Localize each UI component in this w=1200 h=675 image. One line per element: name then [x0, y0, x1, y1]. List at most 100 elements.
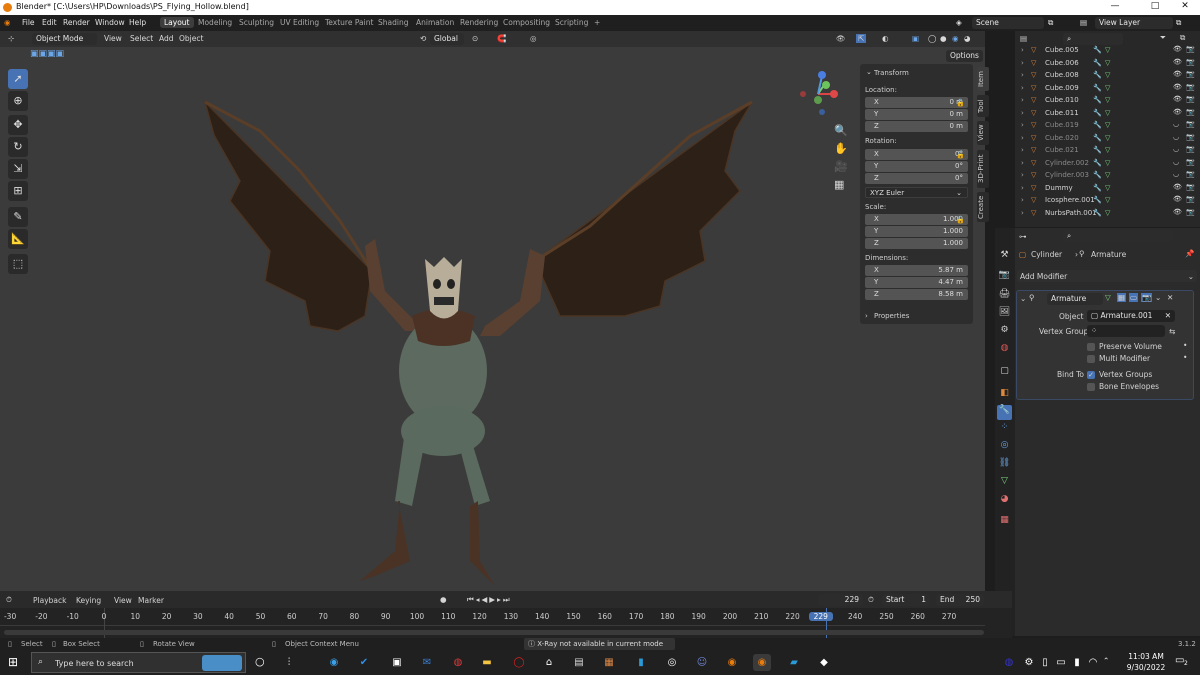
mesh-data-icon[interactable]: ▽: [1105, 84, 1110, 92]
visibility-eye-icon[interactable]: 👁: [1173, 208, 1182, 216]
menu-timeline-view[interactable]: View: [114, 596, 132, 605]
visibility-eye-icon[interactable]: 👁: [1173, 108, 1182, 116]
menu-render[interactable]: Render: [63, 18, 90, 27]
orientation-selector[interactable]: Global: [430, 33, 464, 45]
menu-marker[interactable]: Marker: [138, 596, 164, 605]
collection-props-icon[interactable]: ▢: [997, 366, 1012, 381]
modifier-icon[interactable]: 🔧: [1093, 184, 1102, 192]
bone-envelopes-checkbox[interactable]: [1087, 383, 1095, 391]
blender-taskbar-icon[interactable]: ◉: [723, 654, 741, 671]
tab-texture-paint[interactable]: Texture Paint: [321, 17, 377, 28]
playback-controls[interactable]: ⏮◂◀▶▸⏭: [467, 595, 512, 605]
vertex-groups-checkbox[interactable]: ✓: [1087, 371, 1095, 379]
mail-icon[interactable]: ✉: [418, 654, 436, 671]
render-camera-icon[interactable]: 📷: [1186, 108, 1195, 116]
overlay-icon[interactable]: ◐: [882, 34, 889, 43]
widgets-icon[interactable]: ⫶: [280, 654, 298, 671]
material-shading-icon[interactable]: ◉: [952, 34, 959, 43]
expand-icon[interactable]: ›: [1021, 196, 1024, 204]
render-camera-icon[interactable]: 📷: [1186, 183, 1195, 191]
mesh-data-icon[interactable]: ▽: [1105, 71, 1110, 79]
material-props-icon[interactable]: ◕: [997, 494, 1012, 509]
menu-keying[interactable]: Keying: [76, 596, 101, 605]
modifier-props-icon[interactable]: 🔧: [997, 405, 1012, 420]
edge-icon[interactable]: ◉: [325, 654, 343, 671]
render-camera-icon[interactable]: 📷: [1186, 95, 1195, 103]
texture-props-icon[interactable]: ▦: [997, 515, 1012, 530]
outliner-search-input[interactable]: ⌕: [1063, 33, 1123, 45]
expand-icon[interactable]: ›: [1021, 59, 1024, 67]
mesh-data-icon[interactable]: ▽: [1105, 109, 1110, 117]
timeline-editor-icon[interactable]: ⏱: [6, 595, 12, 605]
expand-icon[interactable]: ›: [1021, 184, 1024, 192]
timeline-scrollbar[interactable]: [4, 630, 984, 635]
discord-icon[interactable]: ☺: [693, 654, 711, 671]
app-blue-icon[interactable]: ▰: [785, 654, 803, 671]
visibility-eye-icon[interactable]: ◡: [1173, 145, 1179, 153]
annotate-tool-icon[interactable]: ✎: [8, 207, 28, 227]
visibility-eye-icon[interactable]: 👁: [1173, 45, 1182, 53]
store-icon[interactable]: ⌂: [540, 654, 558, 671]
rotation-x-field[interactable]: X 0°: [865, 149, 968, 160]
object-props-icon[interactable]: ◧: [997, 388, 1012, 403]
particles-props-icon[interactable]: ⁘: [997, 422, 1012, 437]
render-camera-icon[interactable]: 📷: [1186, 208, 1195, 216]
mesh-data-icon[interactable]: ▽: [1105, 59, 1110, 67]
modifier-icon[interactable]: 🔧: [1093, 59, 1102, 67]
taskbar-date[interactable]: 9/30/2022: [1124, 663, 1168, 672]
selection-mode-icons[interactable]: ▣▣▣▣: [30, 49, 64, 59]
measure-tool-icon[interactable]: 📐: [8, 229, 28, 249]
scene-selector[interactable]: Scene: [972, 17, 1044, 29]
object-field[interactable]: ▢ Armature.001 ✕: [1087, 310, 1175, 322]
pan-hand-icon[interactable]: ✋: [834, 142, 848, 155]
modifier-collapse-icon[interactable]: ⌄: [1020, 294, 1026, 303]
view-layer-selector[interactable]: View Layer: [1095, 17, 1173, 29]
modifier-remove-icon[interactable]: ✕: [1167, 293, 1173, 302]
modifier-icon[interactable]: 🔧: [1093, 171, 1102, 179]
select-tool-icon[interactable]: ➚: [8, 69, 28, 89]
visibility-eye-icon[interactable]: 👁: [1173, 95, 1182, 103]
mesh-data-icon[interactable]: ▽: [1105, 146, 1110, 154]
render-camera-icon[interactable]: 📷: [1186, 158, 1195, 166]
tab-compositing[interactable]: Compositing: [499, 17, 554, 28]
app-teal-icon[interactable]: ▮: [632, 654, 650, 671]
new-view-layer-icon[interactable]: ⧉: [1176, 18, 1181, 28]
zoom-icon[interactable]: 🔍: [834, 124, 848, 137]
rendered-shading-icon[interactable]: ◕: [964, 34, 971, 43]
end-frame-field[interactable]: End 250: [936, 594, 984, 606]
outliner-row[interactable]: › ▽ Cube.009 🔧 ▽ 👁 📷: [1015, 83, 1200, 95]
preview-range-icon[interactable]: ⏱: [868, 595, 874, 605]
expand-icon[interactable]: ›: [1021, 46, 1024, 54]
render-props-icon[interactable]: 📷: [997, 270, 1012, 285]
cursor-tool-icon[interactable]: ⊕: [8, 91, 28, 111]
tab-sculpting[interactable]: Sculpting: [235, 17, 278, 28]
render-camera-icon[interactable]: 📷: [1186, 120, 1195, 128]
visibility-eye-icon[interactable]: 👁: [1173, 58, 1182, 66]
tab-uv-editing[interactable]: UV Editing: [276, 17, 323, 28]
outliner-row[interactable]: › ▽ Cube.011 🔧 ▽ 👁 📷: [1015, 108, 1200, 120]
outliner-row[interactable]: › ▽ Cube.020 🔧 ▽ ◡ 📷: [1015, 133, 1200, 145]
perspective-toggle-icon[interactable]: ▦: [834, 178, 844, 191]
visibility-eye-icon[interactable]: 👁: [1173, 83, 1182, 91]
mesh-data-icon[interactable]: ▽: [1105, 96, 1110, 104]
outliner-editor-icon[interactable]: ▤: [1020, 34, 1027, 43]
tab-rendering[interactable]: Rendering: [456, 17, 502, 28]
menu-add[interactable]: Add: [159, 34, 174, 43]
multi-modifier-checkbox[interactable]: [1087, 355, 1095, 363]
tab-create[interactable]: Create: [977, 192, 989, 222]
modifier-icon[interactable]: 🔧: [1093, 196, 1102, 204]
tab-animation[interactable]: Animation: [412, 17, 458, 28]
notepad-icon[interactable]: ▤: [570, 654, 588, 671]
office-icon[interactable]: ▦: [600, 654, 618, 671]
start-frame-field[interactable]: Start 1: [882, 594, 930, 606]
invert-vertex-group-icon[interactable]: ⇆: [1169, 327, 1175, 336]
modifier-icon[interactable]: 🔧: [1093, 84, 1102, 92]
location-z-field[interactable]: Z0 m: [865, 121, 968, 132]
location-x-field[interactable]: X0 m: [865, 97, 968, 108]
tab-scripting[interactable]: Scripting: [551, 17, 592, 28]
gizmo-icon[interactable]: ⇱: [856, 34, 867, 43]
visibility-eye-icon[interactable]: ◡: [1173, 170, 1179, 178]
visibility-eye-icon[interactable]: ◡: [1173, 158, 1179, 166]
visibility-eye-icon[interactable]: 👁: [1173, 70, 1182, 78]
solid-shading-icon[interactable]: ●: [940, 34, 947, 43]
